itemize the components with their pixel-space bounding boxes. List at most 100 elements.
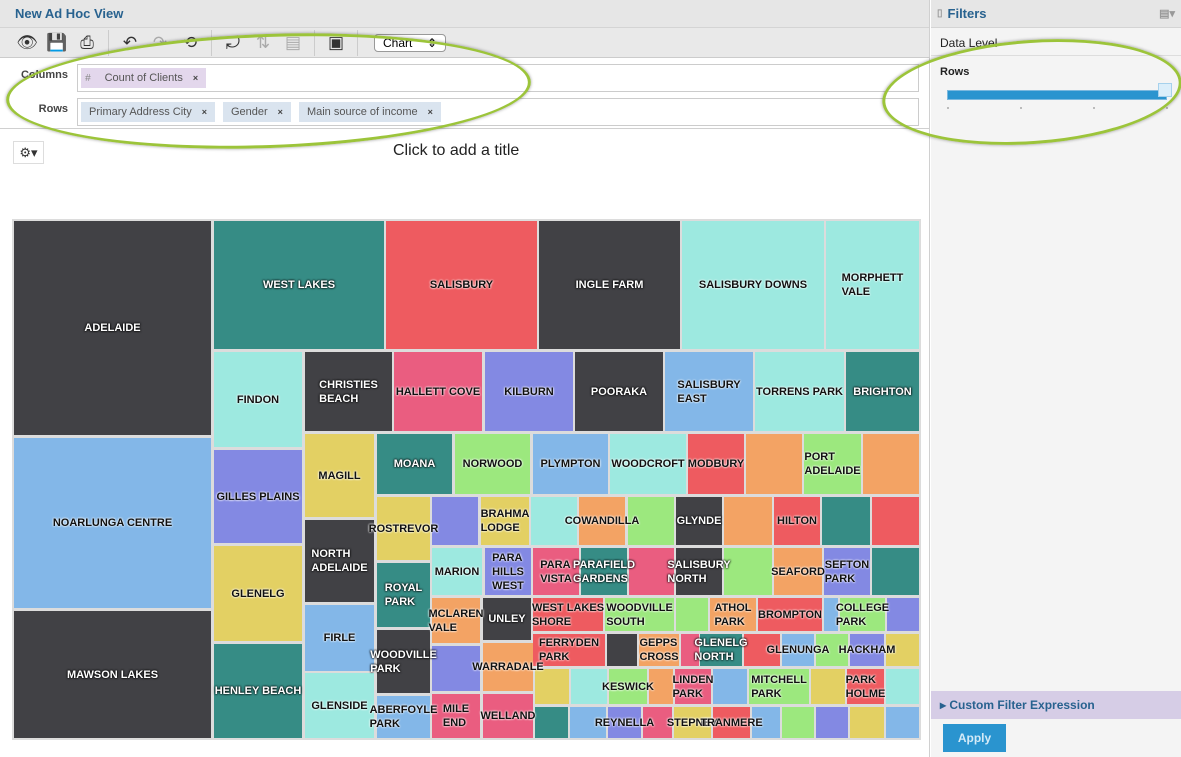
treemap-tile[interactable] [724,497,772,545]
treemap-tile[interactable]: MCLAREN VALE [429,598,484,643]
treemap-tile[interactable]: MAGILL [305,434,374,517]
treemap-tile[interactable]: BRIGHTON [846,352,919,431]
treemap-tile[interactable]: BROMPTON [758,598,822,631]
treemap-tile[interactable]: PLYMPTON [533,434,608,494]
remove-icon[interactable]: × [193,73,198,83]
treemap-tile[interactable]: GILLES PLAINS [214,450,302,543]
data-level-slider-handle[interactable] [1158,83,1172,97]
treemap-tile[interactable] [822,497,870,545]
apply-button[interactable]: Apply [943,724,1006,752]
treemap-tile[interactable] [676,598,708,631]
undo-icon[interactable]: ↶ [115,30,145,56]
view-type-select[interactable]: Chart ⇕ [374,33,446,52]
treemap-tile[interactable] [432,497,478,545]
treemap-tile[interactable] [782,707,814,738]
treemap-tile[interactable]: MORPHETT VALE [826,221,919,349]
export-icon[interactable]: ⎙ [72,30,102,56]
save-icon[interactable]: 💾 [42,30,72,56]
treemap-tile[interactable]: GLENELG [214,546,302,641]
treemap-tile[interactable] [863,434,919,494]
remove-icon[interactable]: × [428,107,433,117]
treemap-tile[interactable] [887,598,919,631]
treemap-tile[interactable]: TORRENS PARK [755,352,844,431]
treemap-tile[interactable]: MITCHELL PARK [749,669,809,704]
treemap-tile[interactable]: HACKHAM [839,634,895,666]
treemap-tile[interactable]: WEST LAKES SHORE [532,598,604,631]
treemap-tile[interactable] [811,669,845,704]
treemap-tile[interactable]: WEST LAKES [214,221,384,349]
treemap-tile[interactable]: WOODVILLE SOUTH [605,598,674,631]
treemap-tile[interactable]: REYNELLA [595,707,654,738]
treemap-tile[interactable]: GEPPS CROSS [639,634,679,666]
treemap-tile[interactable] [713,669,747,704]
undo-all-icon[interactable]: ⟲ [175,30,205,56]
treemap-tile[interactable]: SALISBURY DOWNS [682,221,824,349]
columns-drop-zone[interactable]: # Count of Clients × [77,64,919,92]
treemap-tile[interactable] [872,497,919,545]
treemap-tile[interactable]: WELLAND [481,694,536,738]
treemap-tile[interactable]: SALISBURY EAST [665,352,753,431]
treemap-tile[interactable] [886,707,919,738]
treemap-tile[interactable]: WOODVILLE PARK [370,630,437,693]
treemap-tile[interactable]: MARION [432,548,482,595]
treemap-tile[interactable]: ROYAL PARK [377,563,430,627]
treemap-tile[interactable]: NORTH ADELAIDE [305,520,374,602]
layout-icon[interactable]: ▤ [278,30,308,56]
treemap-tile[interactable]: PARA HILLS WEST [485,548,531,595]
treemap-tile[interactable]: ADELAIDE [14,221,211,435]
treemap-tile[interactable]: ABERFOYLE PARK [370,696,437,738]
treemap-tile[interactable]: BRAHMA LODGE [481,497,529,545]
custom-filter-expression-toggle[interactable]: ▸ Custom Filter Expression [931,691,1181,719]
row-pill[interactable]: Primary Address City × [81,102,215,122]
treemap-tile[interactable]: COWANDILLA [565,497,639,545]
column-pill[interactable]: # Count of Clients × [81,68,207,88]
redo-icon[interactable]: ↷ [145,30,175,56]
treemap-tile[interactable]: GLENSIDE [305,673,374,738]
treemap-tile[interactable]: PARAFIELD GARDENS [573,548,635,595]
treemap-tile[interactable]: COLLEGE PARK [836,598,889,631]
treemap-tile[interactable]: ROSTREVOR [369,497,438,560]
treemap-tile[interactable]: SALISBURY NORTH [667,548,731,595]
treemap-tile[interactable]: ATHOL PARK [710,598,756,631]
treemap-tile[interactable]: CHRISTIES BEACH [305,352,392,431]
treemap-tile[interactable] [607,634,637,666]
treemap-tile[interactable]: HALLETT COVE [394,352,482,431]
treemap-tile[interactable]: TRANMERE [700,707,763,738]
treemap-tile[interactable]: PORT ADELAIDE [804,434,861,494]
chart-options-gear-icon[interactable]: ⚙▾ [13,141,44,164]
treemap-tile[interactable]: INGLE FARM [539,221,680,349]
treemap-tile[interactable]: MILE END [432,694,480,738]
remove-icon[interactable]: × [202,107,207,117]
data-level-slider-track[interactable] [947,90,1167,100]
treemap-tile[interactable]: MODBURY [688,434,744,494]
treemap-tile[interactable]: WOODCROFT [610,434,686,494]
treemap-tile[interactable] [872,548,919,595]
treemap-tile[interactable] [724,548,772,595]
treemap-tile[interactable]: HENLEY BEACH [214,644,302,738]
treemap-tile[interactable]: GLYNDE [676,497,722,545]
treemap-tile[interactable]: GLENELG NORTH [694,634,748,666]
row-pill[interactable]: Main source of income × [298,102,441,122]
treemap-tile[interactable]: KILBURN [485,352,573,431]
treemap-tile[interactable]: FINDON [214,352,302,447]
treemap-tile[interactable]: HILTON [774,497,820,545]
treemap-tile[interactable]: LINDEN PARK [673,669,713,704]
treemap-tile[interactable]: SEFTON PARK [824,548,870,595]
sort-icon[interactable]: ⇅ [248,30,278,56]
treemap-tile[interactable]: MOANA [377,434,452,494]
treemap-tile[interactable] [535,669,569,704]
rows-drop-zone[interactable]: Primary Address City × Gender × Main sourc… [77,98,919,126]
treemap-tile[interactable]: FERRYDEN PARK [533,634,605,666]
switch-axes-icon[interactable]: ⤾ [218,30,248,56]
treemap-tile[interactable]: MAWSON LAKES [14,611,211,738]
treemap-tile[interactable] [886,669,919,704]
treemap-tile[interactable]: NOARLUNGA CENTRE [14,438,211,608]
treemap-tile[interactable]: NORWOOD [455,434,530,494]
treemap-tile[interactable]: SALISBURY [386,221,537,349]
treemap-tile[interactable] [746,434,802,494]
treemap-tile[interactable]: KESWICK [602,669,654,704]
eye-icon[interactable]: 👁 [12,30,42,56]
treemap-tile[interactable] [816,707,848,738]
treemap-tile[interactable]: POORAKA [575,352,663,431]
panel-menu-icon[interactable]: ▤▾ [1159,7,1175,20]
